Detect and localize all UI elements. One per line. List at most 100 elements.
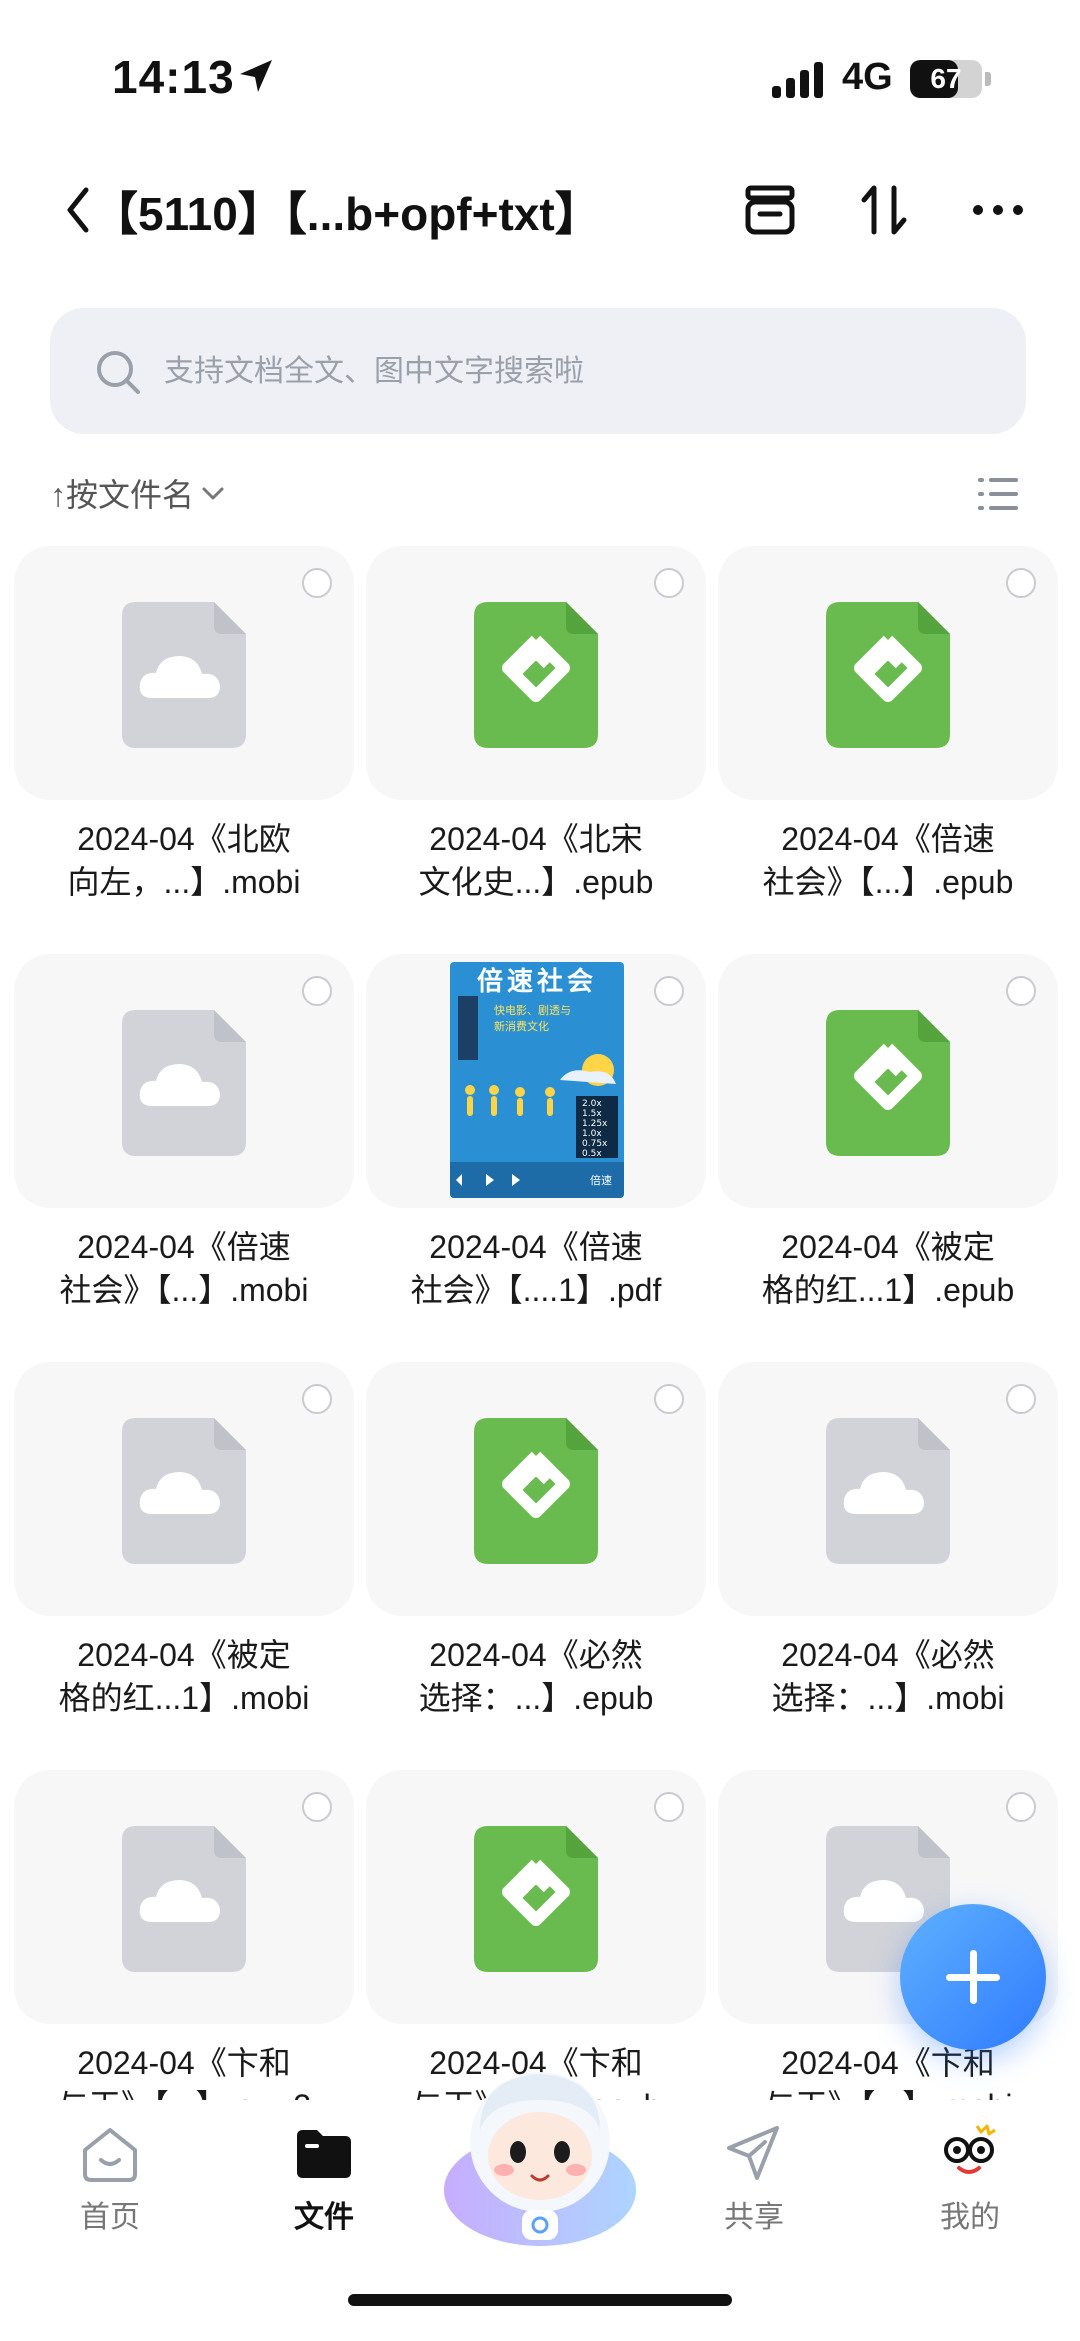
file-name: 2024-04《北宋 文化史...】.epub <box>418 821 654 900</box>
file-card[interactable] <box>718 954 1058 1208</box>
select-checkbox[interactable] <box>302 568 332 598</box>
file-card[interactable] <box>14 954 354 1208</box>
select-checkbox[interactable] <box>1006 1384 1036 1414</box>
cloud-file-icon <box>122 602 246 748</box>
file-card[interactable] <box>14 1362 354 1616</box>
epub-file-icon <box>474 602 598 748</box>
tab-files[interactable]: 文件 <box>254 2120 394 2236</box>
file-item[interactable]: 2024-04《卞和 与玉》【...】.epub <box>366 1770 706 2100</box>
file-card[interactable] <box>718 546 1058 800</box>
svg-text:2.0x: 2.0x <box>582 1099 602 1109</box>
file-grid: 2024-04《北欧 向左，...】.mobi 2024-04《北宋 文化史..… <box>14 546 1066 2100</box>
battery-tip <box>985 72 991 86</box>
select-checkbox[interactable] <box>1006 568 1036 598</box>
file-item[interactable]: 2024-04《被定 格的红...1】.mobi <box>14 1362 354 1720</box>
svg-text:1.5x: 1.5x <box>582 1109 602 1119</box>
file-name: 2024-04《倍速 社会》【...】.mobi <box>59 1229 309 1308</box>
file-card[interactable] <box>366 1362 706 1616</box>
cloud-file-icon <box>122 1010 246 1156</box>
cover-subtitle-2: 新消费文化 <box>494 1019 549 1033</box>
sort-label: ↑按文件名 <box>50 477 195 513</box>
list-view-icon[interactable] <box>976 474 1020 514</box>
cloud-file-icon <box>826 1418 950 1564</box>
select-checkbox[interactable] <box>302 1384 332 1414</box>
file-name: 2024-04《倍速 社会》【...】.epub <box>762 821 1014 900</box>
epub-file-icon <box>826 602 950 748</box>
file-name: 2024-04《卞和 与玉》【...】.azw3 <box>57 2045 311 2100</box>
add-button[interactable] <box>900 1904 1046 2050</box>
tab-profile[interactable]: 我的 <box>900 2120 1040 2236</box>
tab-home[interactable]: 首页 <box>40 2120 180 2236</box>
file-item[interactable]: 2024-04《必然 选择：...】.mobi <box>718 1362 1058 1720</box>
select-checkbox[interactable] <box>654 976 684 1006</box>
network-type: 4G <box>842 56 893 98</box>
file-name: 2024-04《被定 格的红...1】.epub <box>761 1229 1015 1308</box>
svg-text:1.0x: 1.0x <box>582 1129 602 1139</box>
file-item[interactable]: 2024-04《北欧 向左，...】.mobi <box>14 546 354 904</box>
home-icon <box>83 2128 137 2182</box>
signal-bars-icon <box>772 62 823 98</box>
status-bar: 14:13 4G 67 <box>0 0 1080 140</box>
cloud-file-icon <box>122 1826 246 1972</box>
more-icon[interactable] <box>966 178 1030 242</box>
select-checkbox[interactable] <box>1006 976 1036 1006</box>
file-name: 2024-04《北欧 向左，...】.mobi <box>67 821 301 900</box>
tab-files-label: 文件 <box>294 2201 354 2234</box>
tab-share-label: 共享 <box>724 2201 784 2234</box>
file-item[interactable]: 2024-04《倍速 社会》【...】.mobi <box>14 954 354 1312</box>
file-name: 2024-04《倍速 社会》【....1】.pdf <box>410 1229 662 1308</box>
epub-file-icon <box>826 1010 950 1156</box>
search-bar[interactable] <box>50 308 1026 434</box>
archive-icon[interactable] <box>738 178 802 242</box>
file-item[interactable]: 倍速社会 快电影、剧透与 新消费文化 2.0x 1.5x 1.25x 1.0x … <box>366 954 706 1312</box>
tab-share[interactable]: 共享 <box>684 2120 824 2236</box>
assistant-mascot-icon[interactable] <box>440 2060 640 2260</box>
cover-badge: 倍速 <box>590 1173 612 1187</box>
file-item[interactable]: 2024-04《必然 选择：...】.epub <box>366 1362 706 1720</box>
file-name: 2024-04《必然 选择：...】.epub <box>418 1637 654 1716</box>
svg-text:0.5x: 0.5x <box>582 1149 602 1159</box>
epub-file-icon <box>474 1418 598 1564</box>
file-card[interactable]: 倍速社会 快电影、剧透与 新消费文化 2.0x 1.5x 1.25x 1.0x … <box>366 954 706 1208</box>
profile-icon <box>944 2124 996 2174</box>
cover-subtitle-1: 快电影、剧透与 <box>494 1004 571 1017</box>
folder-icon <box>297 2130 351 2178</box>
location-arrow-icon <box>240 60 272 92</box>
sort-by-filename-button[interactable]: ↑按文件名 <box>50 470 226 516</box>
select-checkbox[interactable] <box>654 1384 684 1414</box>
select-checkbox[interactable] <box>1006 1792 1036 1822</box>
file-name: 2024-04《被定 格的红...1】.mobi <box>58 1637 310 1716</box>
file-card[interactable] <box>366 1770 706 2024</box>
file-card[interactable] <box>366 546 706 800</box>
header-bar: 【5110】【...b+opf+txt】 <box>0 160 1080 260</box>
epub-file-icon <box>474 1826 598 1972</box>
file-item[interactable]: 2024-04《倍速 社会》【...】.epub <box>718 546 1058 904</box>
search-input[interactable] <box>162 338 986 406</box>
sort-order-icon[interactable] <box>852 178 916 242</box>
share-icon <box>727 2126 779 2180</box>
chevron-down-icon <box>202 487 224 500</box>
cloud-file-icon <box>122 1418 246 1564</box>
file-item[interactable]: 2024-04《卞和 与玉》【...】.azw3 <box>14 1770 354 2100</box>
tab-profile-label: 我的 <box>940 2201 1000 2234</box>
select-checkbox[interactable] <box>302 976 332 1006</box>
file-card[interactable] <box>14 1770 354 2024</box>
file-name: 2024-04《必然 选择：...】.mobi <box>771 1637 1005 1716</box>
file-item[interactable]: 2024-04《北宋 文化史...】.epub <box>366 546 706 904</box>
battery-icon: 67 <box>910 60 982 98</box>
status-time: 14:13 <box>112 51 235 103</box>
svg-text:1.25x: 1.25x <box>582 1119 608 1129</box>
file-card[interactable] <box>718 1362 1058 1616</box>
book-cover-thumbnail: 倍速社会 快电影、剧透与 新消费文化 2.0x 1.5x 1.25x 1.0x … <box>450 962 624 1198</box>
file-item[interactable]: 2024-04《被定 格的红...1】.epub <box>718 954 1058 1312</box>
search-icon <box>97 351 140 394</box>
tab-home-label: 首页 <box>80 2201 140 2234</box>
select-checkbox[interactable] <box>302 1792 332 1822</box>
file-name: 2024-04《卞和 与玉》【...】.mobi <box>764 2045 1013 2100</box>
file-card[interactable] <box>14 546 354 800</box>
page-title: 【5110】【...b+opf+txt】 <box>92 188 601 240</box>
select-checkbox[interactable] <box>654 1792 684 1822</box>
sort-row: ↑按文件名 <box>50 470 1030 520</box>
battery-percent: 67 <box>930 63 962 94</box>
select-checkbox[interactable] <box>654 568 684 598</box>
